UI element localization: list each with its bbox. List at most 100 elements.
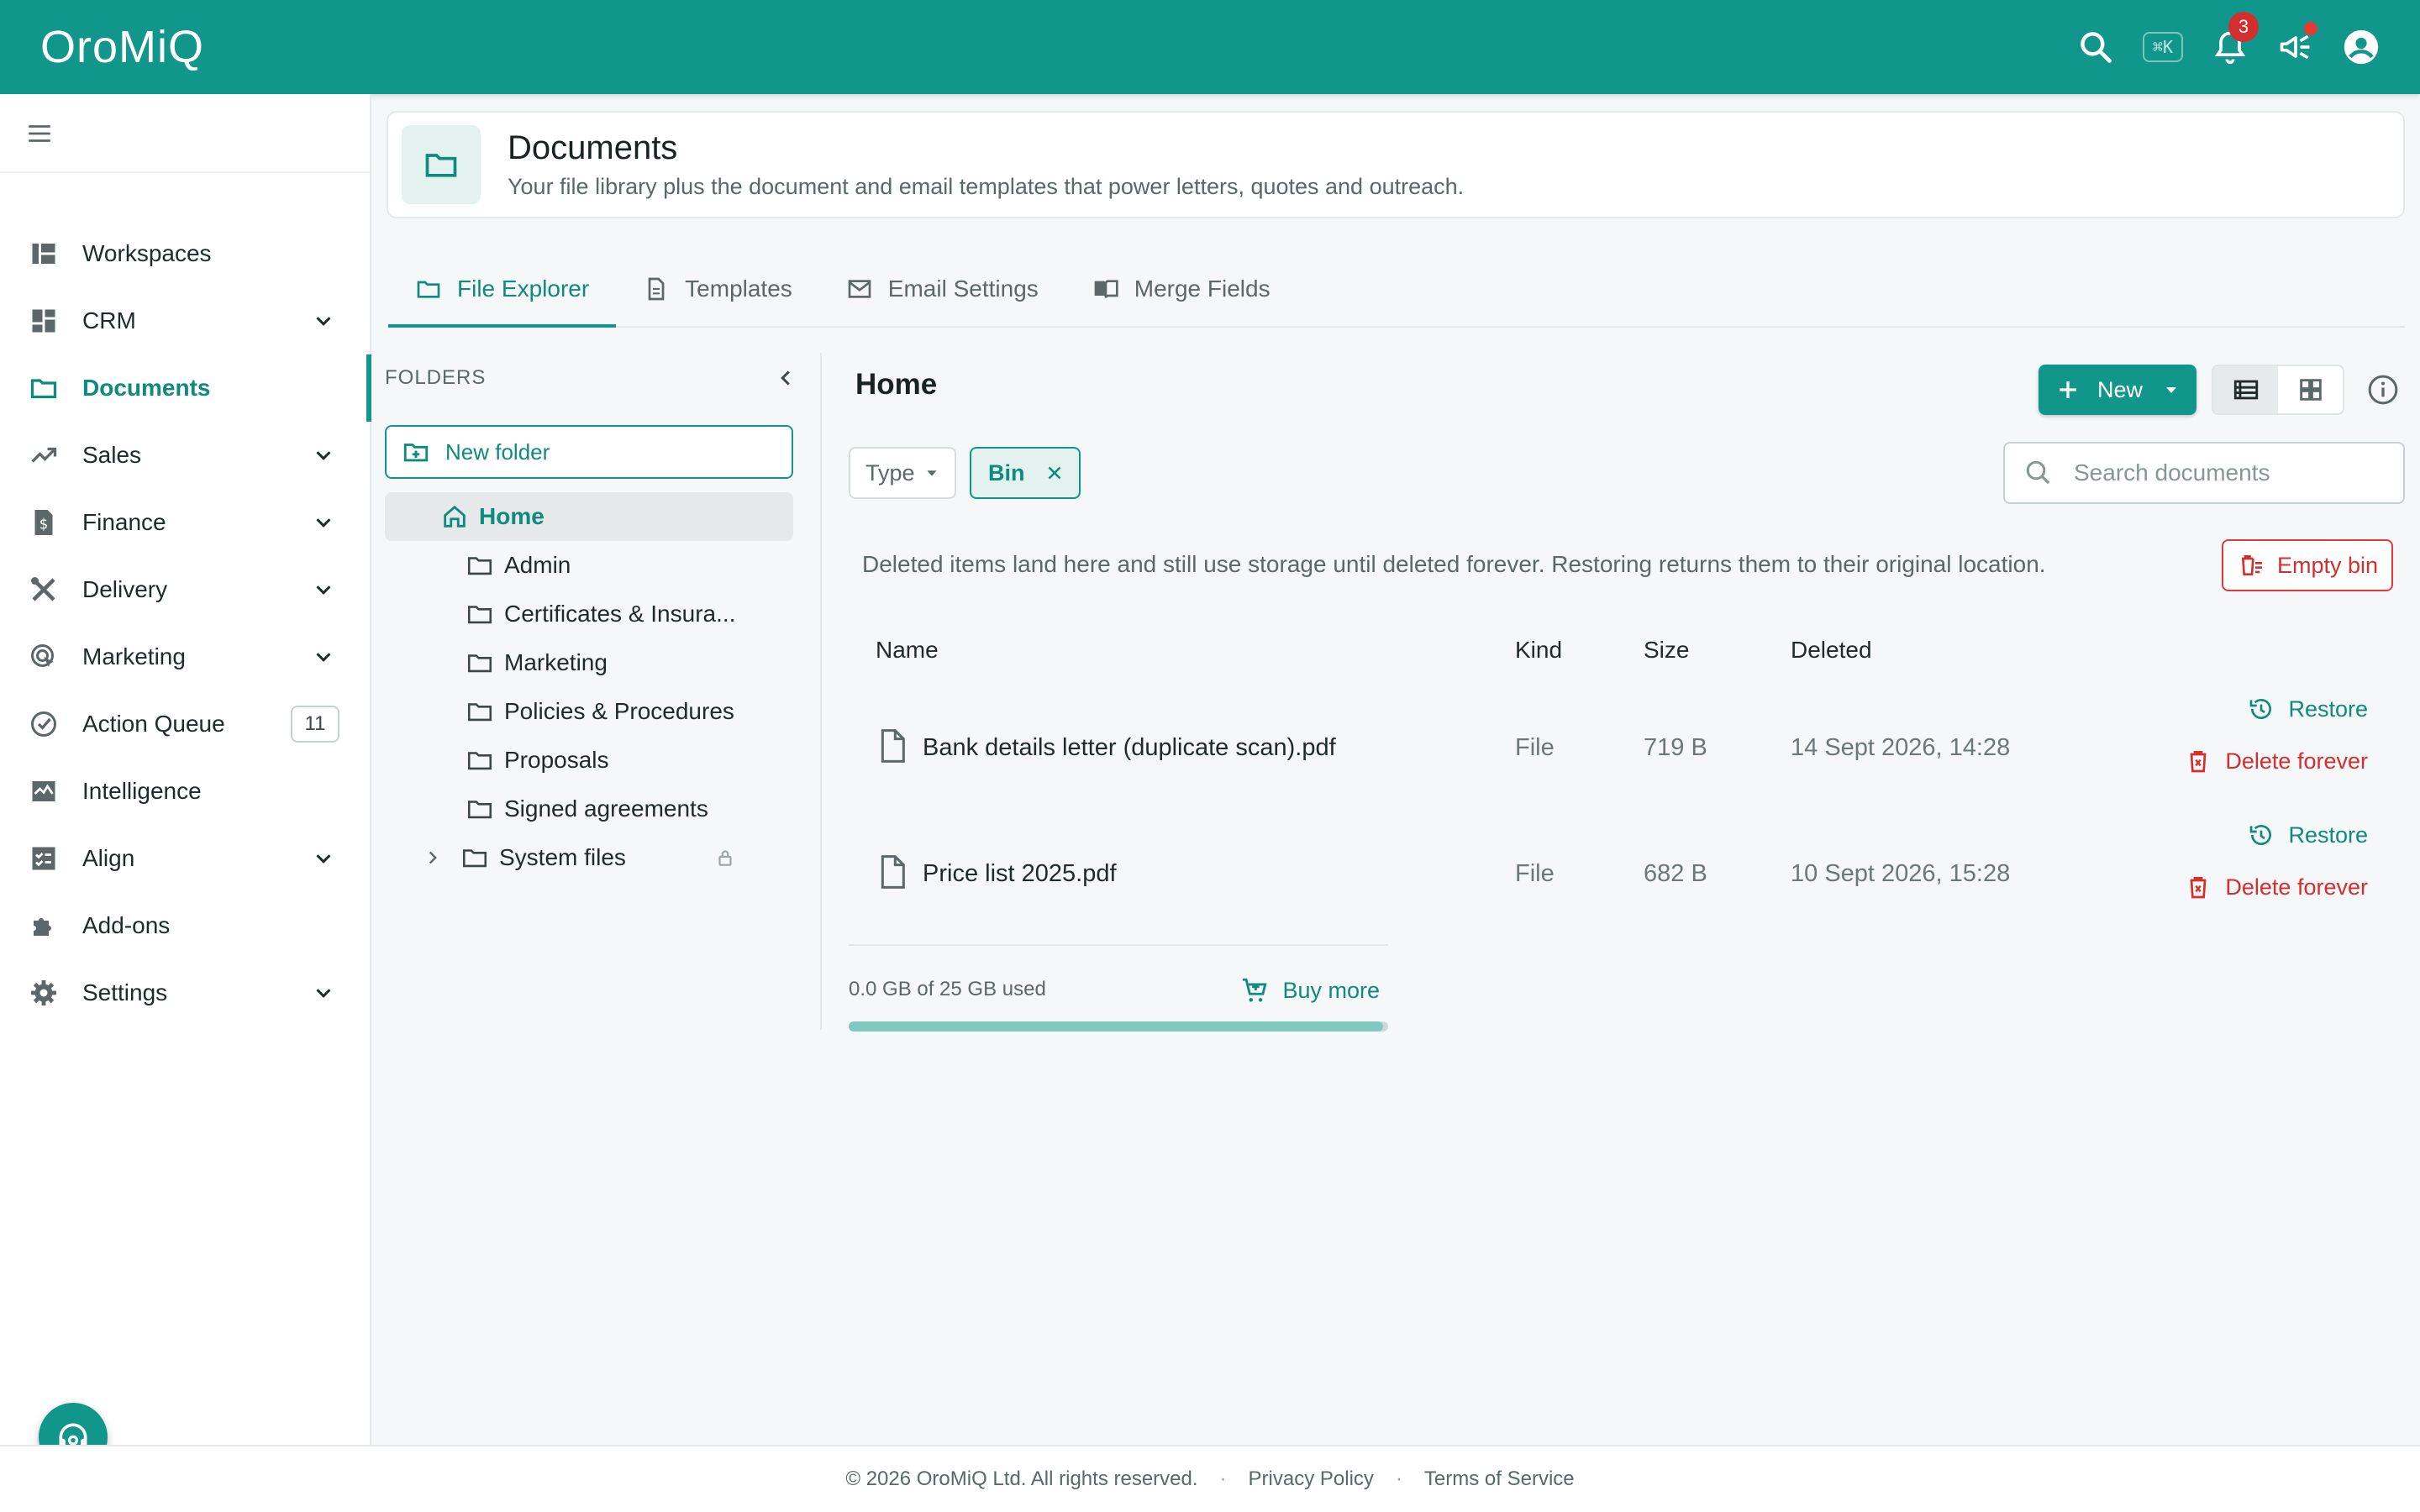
folder-admin[interactable]: Admin [385, 541, 793, 590]
folder-icon [467, 606, 492, 624]
grid-view-icon[interactable] [2278, 366, 2343, 413]
add-cart-icon [1243, 978, 1268, 1002]
chevron-right-icon[interactable] [422, 847, 444, 869]
sidebar-item-label: Action Queue [82, 711, 225, 737]
delete-forever-button[interactable]: Delete forever [2185, 874, 2368, 900]
list-view-icon[interactable] [2213, 366, 2278, 413]
bin-info-text: Deleted items land here and still use st… [862, 551, 2046, 577]
announcement-dot [2304, 22, 2317, 35]
svg-text:$: $ [39, 517, 49, 533]
tab-templates[interactable]: Templates [616, 252, 819, 326]
close-icon[interactable] [1044, 462, 1065, 484]
sidebar-item-label: Sales [82, 442, 142, 468]
crm-dashboard-icon [32, 309, 55, 333]
target-cursor-icon [31, 644, 54, 667]
folder-signed-agreements[interactable]: Signed agreements [385, 785, 793, 833]
sidebar-item-workspaces[interactable]: Workspaces [0, 220, 370, 287]
tab-merge-fields[interactable]: Merge Fields [1065, 252, 1297, 326]
folder-label: Home [479, 503, 544, 529]
chevron-down-icon [316, 518, 331, 528]
restore-button[interactable]: Restore [2248, 822, 2368, 848]
bin-filter-chip[interactable]: Bin [970, 447, 1081, 499]
folder-marketing[interactable]: Marketing [385, 638, 793, 687]
account-avatar-icon[interactable] [2343, 29, 2380, 66]
delete-forever-button[interactable]: Delete forever [2185, 748, 2368, 774]
copyright-text: © 2026 OroMiQ Ltd. All rights reserved. [845, 1467, 1198, 1490]
buy-more-button[interactable]: Buy more [1240, 976, 1380, 1005]
table-row[interactable]: Bank details letter (duplicate scan).pdf… [849, 685, 2405, 811]
delete-forever-label: Delete forever [2225, 874, 2368, 900]
action-queue-count-badge: 11 [291, 706, 339, 743]
tab-bar: File Explorer Templates Email Settings M… [388, 252, 2405, 328]
tab-label: Email Settings [887, 276, 1039, 302]
terms-of-service-link[interactable]: Terms of Service [1424, 1467, 1575, 1491]
search-documents-input[interactable] [2072, 459, 2391, 487]
column-header-deleted[interactable]: Deleted [1791, 637, 1872, 664]
search-icon[interactable] [2077, 29, 2114, 66]
storage-progress-bar [849, 1021, 1388, 1032]
app-logo[interactable]: OroMiQ [40, 21, 204, 73]
sidebar-item-intelligence[interactable]: Intelligence [0, 758, 370, 825]
folder-system-files[interactable]: System files [385, 833, 793, 882]
sidebar-item-delivery[interactable]: Delivery [0, 556, 370, 623]
documents-folder-icon [402, 125, 481, 204]
folder-proposals[interactable]: Proposals [385, 736, 793, 785]
top-bar: OroMiQ ⌘K 3 [0, 0, 2420, 94]
folder-certificates[interactable]: Certificates & Insura... [385, 590, 793, 638]
sidebar-item-settings[interactable]: Settings [0, 959, 370, 1026]
new-folder-button[interactable]: New folder [385, 425, 793, 479]
caret-down-icon[interactable] [2161, 380, 2181, 400]
sidebar-item-align[interactable]: Align [0, 825, 370, 892]
column-header-kind[interactable]: Kind [1515, 637, 1562, 664]
new-button[interactable]: New [2039, 365, 2196, 415]
panel-divider [820, 353, 822, 1030]
footer: © 2026 OroMiQ Ltd. All rights reserved. … [0, 1445, 2420, 1512]
folder-icon [467, 557, 492, 575]
chevron-down-icon [316, 854, 331, 864]
trash-list-icon [2242, 555, 2262, 575]
menu-toggle-icon[interactable] [25, 119, 54, 148]
command-shortcut-hint[interactable]: ⌘K [2142, 32, 2183, 62]
book-icon [1094, 280, 1118, 298]
tab-file-explorer[interactable]: File Explorer [388, 252, 617, 328]
sidebar-item-crm[interactable]: CRM [0, 287, 370, 354]
column-header-name[interactable]: Name [876, 637, 939, 664]
check-circle-icon [31, 711, 56, 737]
workspaces-icon [32, 244, 55, 264]
type-filter-dropdown[interactable]: Type [849, 447, 956, 499]
sidebar-item-label: Delivery [82, 576, 168, 602]
sidebar-item-label: Intelligence [82, 778, 202, 804]
privacy-policy-link[interactable]: Privacy Policy [1249, 1467, 1374, 1491]
notifications-bell-icon[interactable]: 3 [2212, 12, 2259, 66]
collapse-panel-chevron-icon[interactable] [773, 365, 798, 391]
folder-icon [467, 654, 492, 673]
info-icon[interactable] [2366, 373, 2400, 407]
envelope-icon [848, 280, 871, 298]
search-documents-field[interactable] [2003, 442, 2405, 504]
restore-button[interactable]: Restore [2248, 696, 2368, 722]
file-name[interactable]: Bank details letter (duplicate scan).pdf [923, 734, 1336, 762]
column-header-size[interactable]: Size [1644, 637, 1689, 664]
folders-heading: FOLDERS [385, 366, 487, 389]
sidebar-item-documents[interactable]: Documents [0, 354, 371, 422]
chevron-down-icon [316, 585, 331, 595]
tools-icon [31, 577, 55, 601]
table-row[interactable]: Price list 2025.pdf File 682 B 10 Sept 2… [849, 811, 2405, 937]
document-icon [648, 277, 665, 301]
folder-label: Certificates & Insura... [504, 601, 736, 627]
sidebar-item-add-ons[interactable]: Add-ons [0, 892, 370, 959]
sidebar-item-label: Marketing [82, 643, 186, 669]
sidebar-item-sales[interactable]: Sales [0, 422, 370, 489]
trash-icon [2191, 877, 2207, 899]
folder-policies[interactable]: Policies & Procedures [385, 687, 793, 736]
folder-home[interactable]: Home [385, 492, 793, 541]
tab-email-settings[interactable]: Email Settings [819, 252, 1065, 326]
megaphone-icon[interactable] [2277, 22, 2317, 66]
empty-bin-button[interactable]: Empty bin [2222, 539, 2393, 591]
file-name[interactable]: Price list 2025.pdf [923, 860, 1117, 888]
sidebar-item-marketing[interactable]: Marketing [0, 623, 370, 690]
storage-usage: 0.0 GB of 25 GB used Buy more [849, 944, 1388, 1032]
trending-up-icon [31, 447, 57, 463]
sidebar-item-action-queue[interactable]: Action Queue 11 [0, 690, 370, 758]
sidebar-item-finance[interactable]: $ Finance [0, 489, 370, 556]
